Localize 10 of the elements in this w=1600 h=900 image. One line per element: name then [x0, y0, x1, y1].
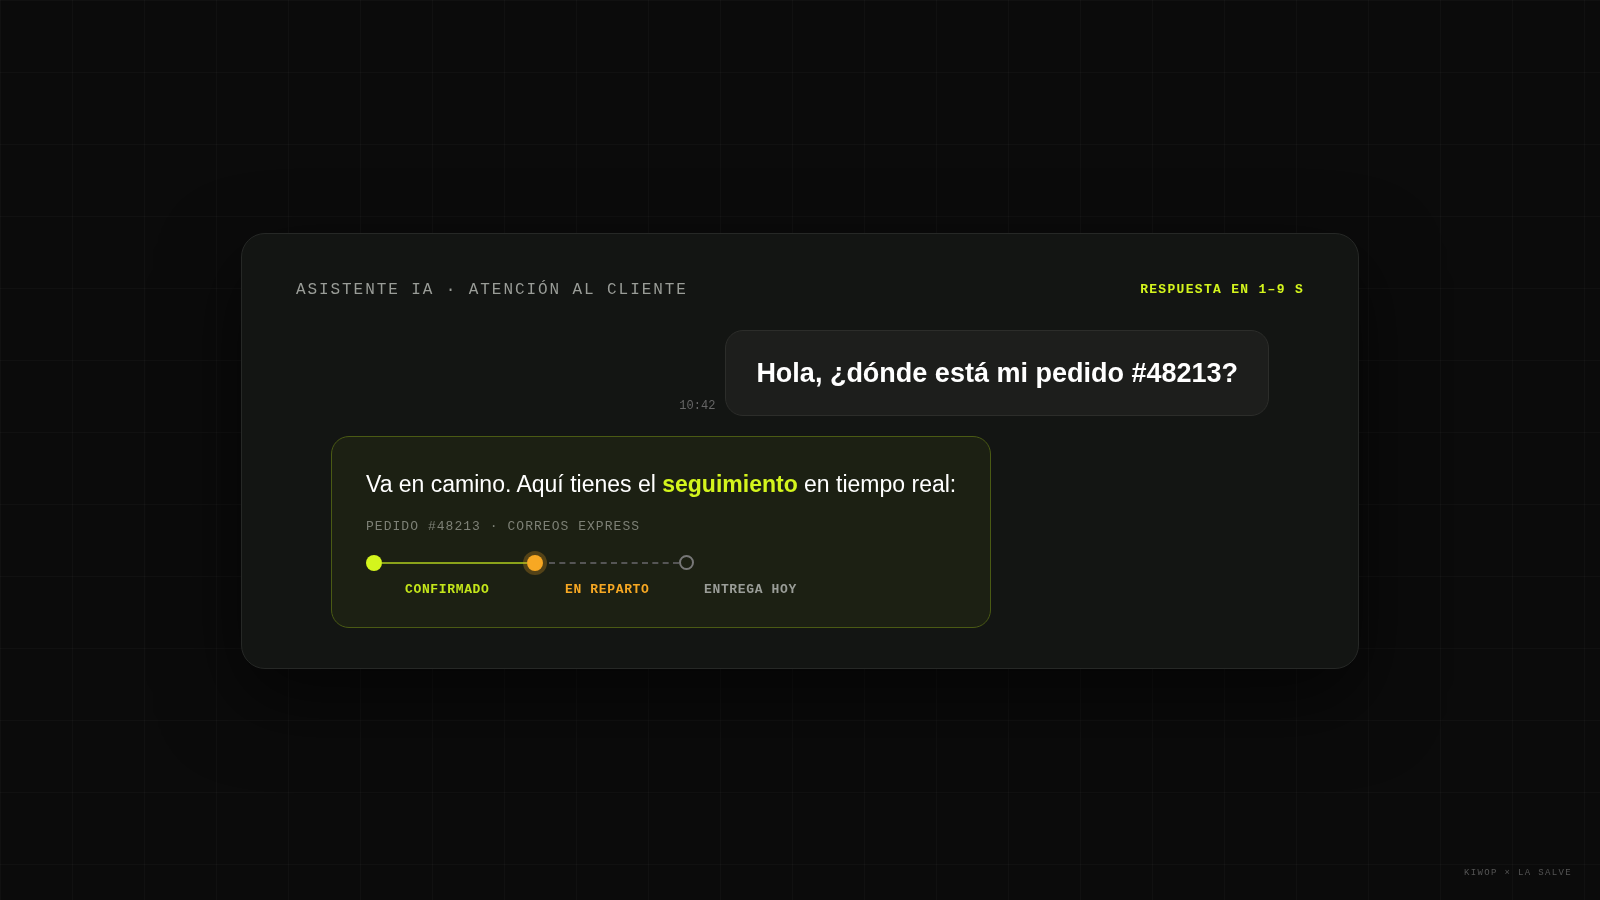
bot-message-text: Va en camino. Aquí tienes el seguimiento en tiempo real: — [366, 470, 956, 499]
response-time-label: RESPUESTA EN 1–9 S — [1140, 281, 1304, 300]
step-label: EN REPARTO — [564, 580, 651, 599]
step-label: CONFIRMADO — [404, 580, 491, 599]
order-info: PEDIDO #48213 · CORREOS EXPRESS — [366, 518, 642, 536]
credit-text: KIWOP × LA SALVE — [1464, 866, 1572, 880]
step-label: ENTREGA HOY — [703, 580, 798, 599]
message-time: 10:42 — [679, 398, 716, 415]
user-message: Hola, ¿dónde está mi pedido #48213? — [725, 330, 1269, 416]
panel-title: ASISTENTE IA · ATENCIÓN AL CLIENTE — [296, 279, 688, 301]
